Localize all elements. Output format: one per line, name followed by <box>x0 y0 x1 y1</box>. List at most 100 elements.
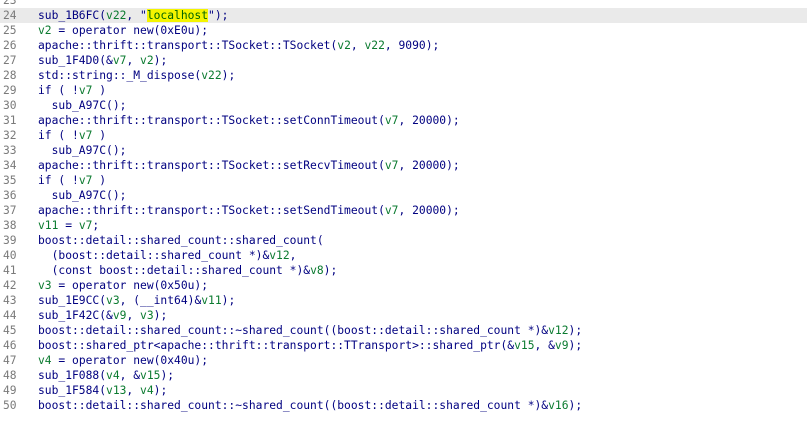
line-code[interactable]: apache::thrift::transport::TSocket::setR… <box>38 158 460 173</box>
variable-token[interactable]: v7 <box>385 159 399 172</box>
variable-token[interactable]: v4 <box>38 354 52 367</box>
code-line[interactable]: 30 sub_A97C(); <box>0 98 807 113</box>
code-token[interactable]: sub_1F088( <box>38 369 106 382</box>
code-line[interactable]: 33 sub_A97C(); <box>0 143 807 158</box>
code-line[interactable]: 25 v2 = operator new(0xE0u); <box>0 23 807 38</box>
code-token[interactable]: ) <box>92 174 106 187</box>
code-token[interactable]: ); <box>154 309 168 322</box>
code-token[interactable]: , 9090); <box>385 39 439 52</box>
line-code[interactable]: sub_1F42C(&v9, v3); <box>38 308 167 323</box>
line-code[interactable]: v4 = operator new(0x40u); <box>38 353 208 368</box>
code-token[interactable]: , <box>126 309 140 322</box>
pseudocode-view[interactable]: 23 24 sub_1B6FC(v22, "localhost"); 25 v2 = o… <box>0 0 807 443</box>
code-token[interactable]: (const boost::detail::shared_count *)& <box>38 264 310 277</box>
code-token[interactable]: ); <box>160 369 174 382</box>
code-line[interactable]: 42 v3 = operator new(0x50u); <box>0 278 807 293</box>
variable-token[interactable]: v7 <box>79 219 93 232</box>
code-line[interactable]: 35 if ( !v7 ) <box>0 173 807 188</box>
variable-token[interactable]: v8 <box>310 264 324 277</box>
variable-token[interactable]: v15 <box>140 369 160 382</box>
code-token[interactable]: ); <box>569 399 583 412</box>
code-line[interactable]: 44 sub_1F42C(&v9, v3); <box>0 308 807 323</box>
line-code[interactable]: sub_A97C(); <box>38 188 127 203</box>
variable-token[interactable]: v2 <box>38 24 52 37</box>
code-token[interactable]: std::string::_M_dispose( <box>38 69 201 82</box>
line-code[interactable]: boost::shared_ptr<apache::thrift::transp… <box>38 338 582 353</box>
code-token[interactable]: (boost::detail::shared_count *)& <box>38 249 270 262</box>
code-token[interactable]: sub_1F42C(& <box>38 309 113 322</box>
code-token[interactable]: , <box>290 249 297 262</box>
variable-token[interactable]: v12 <box>548 324 568 337</box>
line-code[interactable]: sub_A97C(); <box>38 143 127 158</box>
code-line[interactable]: 38 v11 = v7; <box>0 218 807 233</box>
code-token[interactable]: sub_1E9CC( <box>38 294 106 307</box>
variable-token[interactable]: v3 <box>106 294 120 307</box>
code-line[interactable]: 50 boost::detail::shared_count::~shared_c… <box>0 398 807 413</box>
code-token[interactable]: = operator new(0x50u); <box>52 279 208 292</box>
code-token[interactable]: if ( ! <box>38 84 79 97</box>
variable-token[interactable]: v22 <box>201 69 221 82</box>
code-token[interactable]: = <box>58 219 78 232</box>
code-token[interactable]: ); <box>569 339 583 352</box>
line-code[interactable]: sub_1F584(v13, v4); <box>38 383 167 398</box>
code-line[interactable]: 24 sub_1B6FC(v22, "localhost"); <box>0 8 807 23</box>
variable-token[interactable]: v9 <box>113 309 127 322</box>
code-token[interactable]: sub_1F584( <box>38 384 106 397</box>
code-token[interactable]: ) <box>92 84 106 97</box>
line-code[interactable]: boost::detail::shared_count::~shared_cou… <box>38 323 582 338</box>
code-token[interactable]: = operator new(0x40u); <box>52 354 208 367</box>
code-line[interactable]: 46 boost::shared_ptr<apache::thrift::tran… <box>0 338 807 353</box>
code-token[interactable]: ); <box>222 294 236 307</box>
line-code[interactable]: (boost::detail::shared_count *)&v12, <box>38 248 297 263</box>
code-token[interactable]: boost::detail::shared_count::shared_coun… <box>38 234 324 247</box>
variable-token[interactable]: v12 <box>269 249 289 262</box>
code-token[interactable]: boost::shared_ptr<apache::thrift::transp… <box>38 339 514 352</box>
variable-token[interactable]: v3 <box>38 279 52 292</box>
variable-token[interactable]: v16 <box>548 399 568 412</box>
variable-token[interactable]: v11 <box>201 294 221 307</box>
code-token[interactable]: ); <box>154 384 168 397</box>
code-token[interactable]: sub_1F4D0(& <box>38 54 113 67</box>
code-token[interactable]: if ( ! <box>38 129 79 142</box>
line-code[interactable]: v2 = operator new(0xE0u); <box>38 23 208 38</box>
variable-token[interactable]: v4 <box>106 369 120 382</box>
code-line[interactable]: 40 (boost::detail::shared_count *)&v12, <box>0 248 807 263</box>
code-token[interactable]: , (__int64)& <box>120 294 202 307</box>
code-line[interactable]: 48 sub_1F088(v4, &v15); <box>0 368 807 383</box>
line-code[interactable]: sub_1F088(v4, &v15); <box>38 368 174 383</box>
code-token[interactable]: ; <box>92 219 99 232</box>
code-token[interactable]: apache::thrift::transport::TSocket::setC… <box>38 114 385 127</box>
variable-token[interactable]: v9 <box>555 339 569 352</box>
code-line[interactable]: 32 if ( !v7 ) <box>0 128 807 143</box>
variable-token[interactable]: v2 <box>337 39 351 52</box>
code-line[interactable]: 26 apache::thrift::transport::TSocket::TS… <box>0 38 807 53</box>
code-token[interactable]: , & <box>535 339 555 352</box>
code-token[interactable]: apache::thrift::transport::TSocket::setS… <box>38 204 385 217</box>
line-code[interactable]: sub_1F4D0(&v7, v2); <box>38 53 167 68</box>
code-token[interactable]: sub_A97C(); <box>38 99 127 112</box>
code-token[interactable]: , <box>351 39 365 52</box>
code-token[interactable]: ) <box>92 129 106 142</box>
code-line[interactable]: 36 sub_A97C(); <box>0 188 807 203</box>
code-token[interactable]: , <box>126 384 140 397</box>
line-code[interactable]: v11 = v7; <box>38 218 99 233</box>
code-line[interactable]: 34 apache::thrift::transport::TSocket::se… <box>0 158 807 173</box>
code-line[interactable]: 27 sub_1F4D0(&v7, v2); <box>0 53 807 68</box>
variable-token[interactable]: v4 <box>140 384 154 397</box>
line-code[interactable]: std::string::_M_dispose(v22); <box>38 68 235 83</box>
variable-token[interactable]: v15 <box>514 339 534 352</box>
code-token[interactable]: ); <box>569 324 583 337</box>
code-token[interactable]: sub_A97C(); <box>38 144 127 157</box>
code-line[interactable]: 43 sub_1E9CC(v3, (__int64)&v11); <box>0 293 807 308</box>
code-token[interactable]: , & <box>120 369 140 382</box>
code-line[interactable]: 49 sub_1F584(v13, v4); <box>0 383 807 398</box>
code-token[interactable]: , 20000); <box>398 159 459 172</box>
line-code[interactable]: sub_1B6FC(v22, "localhost"); <box>38 8 228 23</box>
code-token[interactable]: apache::thrift::transport::TSocket::setR… <box>38 159 385 172</box>
line-code[interactable]: v3 = operator new(0x50u); <box>38 278 208 293</box>
variable-token[interactable]: v7 <box>79 84 93 97</box>
code-line[interactable]: 28 std::string::_M_dispose(v22); <box>0 68 807 83</box>
code-token[interactable]: , 20000); <box>398 204 459 217</box>
variable-token[interactable]: v7 <box>385 204 399 217</box>
code-line[interactable]: 23 <box>0 0 807 8</box>
